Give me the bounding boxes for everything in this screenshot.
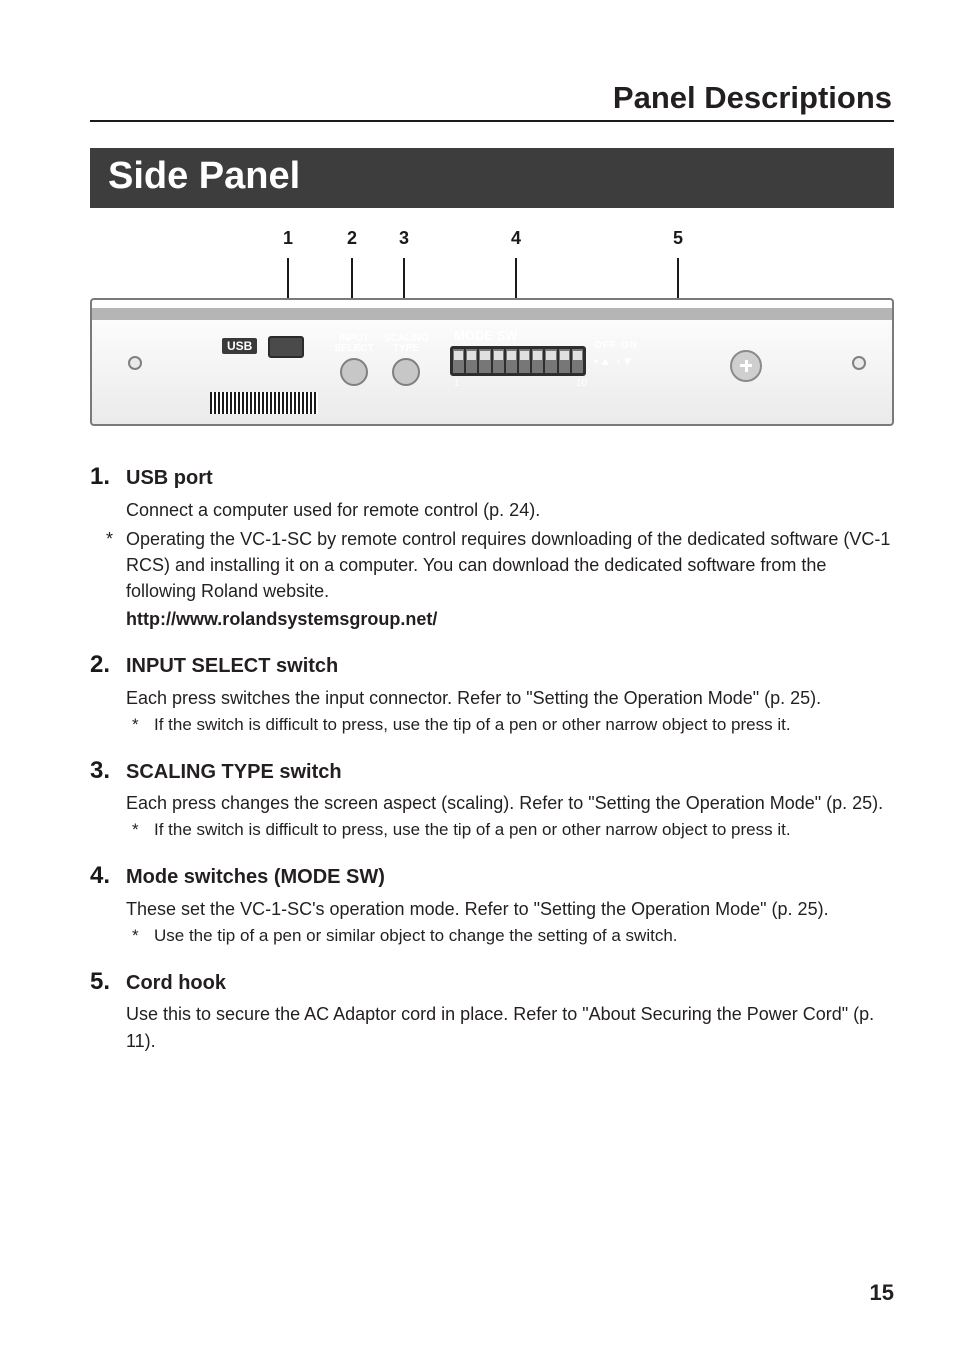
item-body: Connect a computer used for remote contr… <box>126 497 894 523</box>
item-title: Mode switches (MODE SW) <box>126 863 385 892</box>
cord-hook-icon <box>730 350 762 382</box>
leader-line <box>403 258 405 298</box>
section-heading: Side Panel <box>90 148 894 208</box>
input-select-button-icon <box>340 358 368 386</box>
off-on-icons: ▪▲ ▫▼ <box>594 354 635 368</box>
leader-line <box>515 258 517 298</box>
dip-index-end: 10 <box>576 378 587 389</box>
item-number: 3. <box>90 754 116 789</box>
item-title: INPUT SELECT switch <box>126 652 338 681</box>
scaling-type-button-icon <box>392 358 420 386</box>
off-on-label: OFF ON <box>594 340 638 351</box>
item-note: Operating the VC-1-SC by remote control … <box>126 526 894 604</box>
callout-2: 2 <box>347 228 357 249</box>
asterisk-icon: * <box>106 526 118 604</box>
page-title: Panel Descriptions <box>90 80 894 116</box>
callout-4: 4 <box>511 228 521 249</box>
asterisk-icon: * <box>132 924 144 949</box>
panel-strip <box>92 308 892 320</box>
item-body: Use this to secure the AC Adaptor cord i… <box>126 1001 894 1053</box>
title-rule <box>90 120 894 122</box>
input-select-label: INPUT SELECT <box>332 334 376 355</box>
item-number: 4. <box>90 859 116 894</box>
dip-switch-bank-icon <box>450 346 586 376</box>
mode-sw-label: MODE SW <box>454 328 518 343</box>
item-url: http://www.rolandsystemsgroup.net/ <box>126 606 894 632</box>
usb-label: USB <box>222 338 257 354</box>
leader-line <box>351 258 353 298</box>
item-number: 2. <box>90 648 116 683</box>
item-title: Cord hook <box>126 969 226 998</box>
item-title: USB port <box>126 464 213 493</box>
page-number: 15 <box>870 1280 894 1306</box>
barcode-icon <box>210 392 318 414</box>
scaling-type-label: SCALING TYPE <box>384 334 428 355</box>
usb-port-icon <box>268 336 304 358</box>
side-panel-diagram: 1 2 3 4 5 USB INPUT SELECT SCALING TYPE <box>90 228 894 426</box>
callout-5: 5 <box>673 228 683 249</box>
item-body: Each press changes the screen aspect (sc… <box>126 790 894 816</box>
callout-3: 3 <box>399 228 409 249</box>
asterisk-icon: * <box>132 713 144 738</box>
item-number: 1. <box>90 460 116 495</box>
leader-line <box>287 258 289 298</box>
item-number: 5. <box>90 965 116 1000</box>
asterisk-icon: * <box>132 818 144 843</box>
item-subnote: If the switch is difficult to press, use… <box>154 818 791 843</box>
item-subnote: If the switch is difficult to press, use… <box>154 713 791 738</box>
item-title: SCALING TYPE switch <box>126 758 342 787</box>
leader-line <box>677 258 679 298</box>
callout-1: 1 <box>283 228 293 249</box>
dip-index-start: 1 <box>454 378 460 389</box>
screw-icon <box>128 356 142 370</box>
item-body: These set the VC-1-SC's operation mode. … <box>126 896 894 922</box>
item-subnote: Use the tip of a pen or similar object t… <box>154 924 678 949</box>
screw-icon <box>852 356 866 370</box>
item-body: Each press switches the input connector.… <box>126 685 894 711</box>
device-panel: USB INPUT SELECT SCALING TYPE MODE SW 1 … <box>90 298 894 426</box>
